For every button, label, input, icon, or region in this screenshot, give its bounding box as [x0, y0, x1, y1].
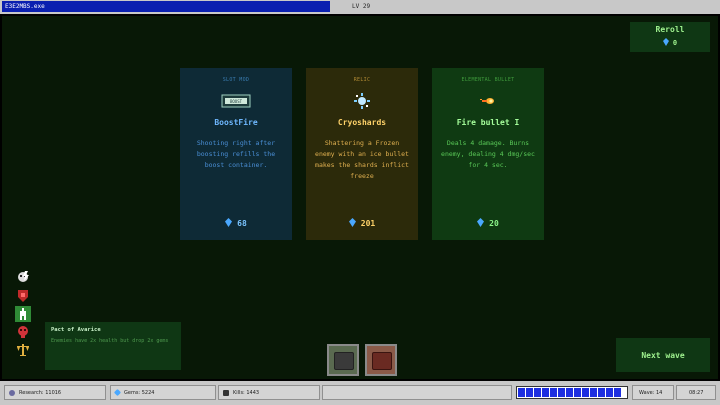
status-bar: Research: 11016 Gems: 5224 Kills: 1443 W… — [0, 381, 720, 405]
gold-scale-icon[interactable] — [15, 342, 31, 358]
wave-progress-bar — [516, 386, 628, 399]
kills-text: Kills: 1443 — [233, 389, 260, 396]
level-indicator: LV 29 — [352, 3, 371, 10]
game-timer: 08:27 — [676, 385, 716, 400]
card-cost-value: 68 — [237, 219, 247, 228]
status-spacer — [322, 385, 512, 400]
card-type: SLOT MOD — [222, 77, 250, 83]
card-type: ELEMENTAL BULLET — [461, 77, 515, 83]
gems-text: Gems: 5224 — [124, 389, 155, 396]
kills-icon — [223, 389, 229, 396]
wave-counter: Wave: 14 — [632, 385, 674, 400]
reroll-button[interactable]: Reroll 0 — [630, 22, 710, 52]
green-figure-icon[interactable] — [15, 306, 31, 322]
shop-card-boostfire[interactable]: SLOT MOD BOOST BoostFire Shooting right … — [180, 68, 292, 240]
card-cost: 201 — [306, 218, 418, 229]
gem-icon — [477, 218, 485, 229]
card-cost: 20 — [432, 218, 544, 229]
shop-card-fire-bullet[interactable]: ELEMENTAL BULLET Fire bullet I Deals 4 d… — [432, 68, 544, 240]
pact-panel: Pact of Avarice Enemies have 2x health b… — [45, 322, 181, 370]
title-bar: E3E2MBS.exe LV 29 — [0, 0, 720, 15]
shop-card-cryoshards[interactable]: RELIC Cryoshards Shattering a Frozen ene… — [306, 68, 418, 240]
cartridge-icon — [372, 352, 392, 370]
card-type: RELIC — [353, 77, 371, 83]
card-name: BoostFire — [214, 118, 258, 127]
card-cost-value: 201 — [360, 219, 376, 228]
card-description: Shattering a Frozen enemy with an ice bu… — [315, 139, 409, 180]
inventory-slot-2[interactable] — [365, 344, 397, 376]
card-description: Shooting right after boosting refills th… — [196, 139, 276, 169]
card-name: Cryoshards — [337, 118, 387, 127]
next-wave-button[interactable]: Next wave — [616, 338, 710, 372]
gem-icon — [113, 388, 122, 397]
red-shield-icon[interactable] — [15, 288, 31, 304]
red-skull-icon[interactable] — [15, 324, 31, 340]
reroll-label: Reroll — [655, 25, 685, 34]
card-cost: 68 — [180, 218, 292, 229]
chip-icon: BOOST — [221, 93, 251, 109]
research-icon — [9, 389, 15, 396]
skull-bolt-icon[interactable] — [15, 270, 31, 286]
card-description: Deals 4 damage. Burns enemy, dealing 4 d… — [441, 139, 535, 169]
card-name: Fire bullet I — [456, 118, 520, 127]
reroll-count: 0 — [672, 39, 678, 47]
fire-bullet-icon — [473, 93, 503, 109]
owned-relics — [15, 270, 33, 360]
cartridge-icon — [334, 352, 354, 370]
pact-title: Pact of Avarice — [51, 327, 101, 333]
gems-counter: Gems: 5224 — [110, 385, 216, 400]
gem-icon — [348, 218, 356, 229]
svg-text:BOOST: BOOST — [230, 99, 243, 104]
gem-icon — [225, 218, 233, 229]
research-counter: Research: 11016 — [4, 385, 106, 400]
pact-description: Enemies have 2x health but drop 2x gems — [51, 338, 169, 344]
gem-icon — [662, 38, 669, 48]
window-title: E3E2MBS.exe — [2, 1, 330, 12]
ice-crystal-icon — [347, 93, 377, 109]
reroll-cost: 0 — [630, 38, 710, 48]
kills-counter: Kills: 1443 — [218, 385, 320, 400]
inventory-slot-1[interactable] — [327, 344, 359, 376]
game-area: Reroll 0 SLOT MOD BOOST BoostFire Shooti… — [0, 14, 720, 381]
card-cost-value: 20 — [489, 219, 499, 228]
research-text: Research: 11016 — [19, 389, 62, 396]
